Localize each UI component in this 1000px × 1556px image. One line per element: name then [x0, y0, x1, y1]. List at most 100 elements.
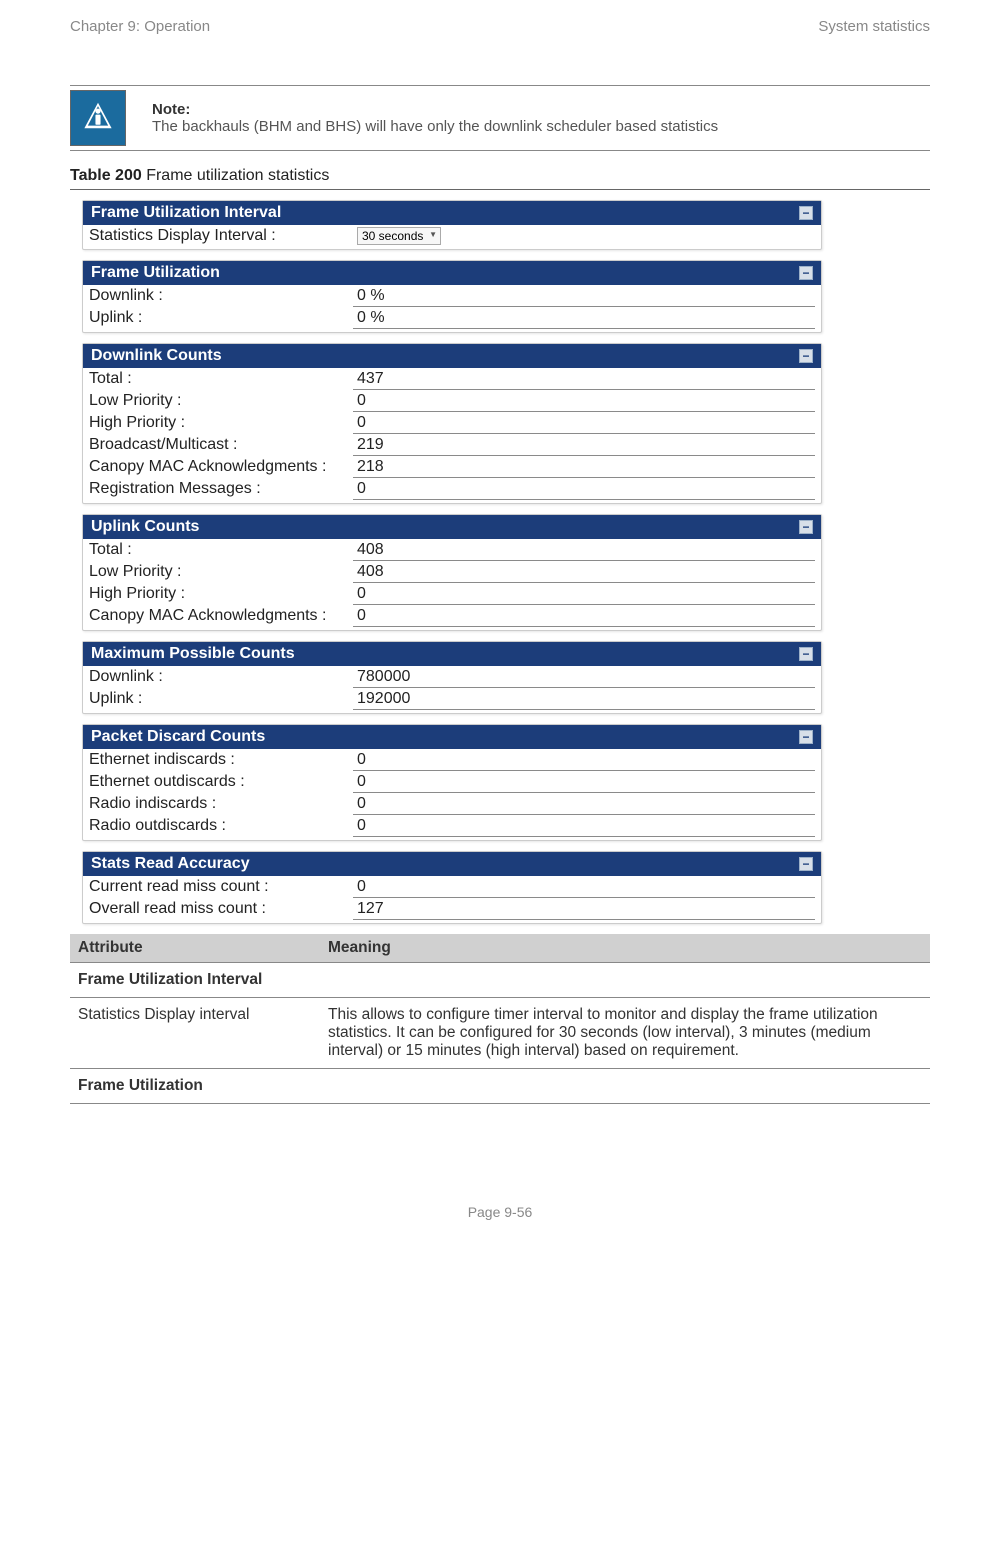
- collapse-icon[interactable]: −: [799, 520, 813, 534]
- row-label: Canopy MAC Acknowledgments :: [83, 457, 353, 478]
- panel-title: Downlink Counts: [91, 347, 222, 365]
- note-label: Note:: [152, 101, 718, 118]
- panel-header: Frame Utilization −: [83, 261, 821, 285]
- attr-header-meaning: Meaning: [320, 934, 930, 963]
- row-value: 780000: [353, 667, 815, 688]
- panel-title: Packet Discard Counts: [91, 728, 265, 746]
- stats-panel: Downlink Counts − Total :437Low Priority :…: [82, 343, 822, 504]
- panel-title: Uplink Counts: [91, 518, 199, 536]
- panel-row: Current read miss count :0: [83, 876, 821, 898]
- info-icon: [70, 90, 126, 146]
- panel-row: Low Priority :0: [83, 390, 821, 412]
- row-value: 437: [353, 369, 815, 390]
- row-label: Uplink :: [83, 308, 353, 329]
- row-value: 0 %: [353, 308, 815, 329]
- panel-row: Radio indiscards :0: [83, 793, 821, 815]
- row-value: 192000: [353, 689, 815, 710]
- table-row: Frame Utilization Interval: [70, 963, 930, 998]
- row-label: Broadcast/Multicast :: [83, 435, 353, 456]
- page-footer: Page 9-56: [70, 1204, 930, 1220]
- row-label: Ethernet outdiscards :: [83, 772, 353, 793]
- header-left: Chapter 9: Operation: [70, 18, 210, 35]
- panel-row: Uplink :192000: [83, 688, 821, 710]
- panel-row: High Priority :0: [83, 412, 821, 434]
- collapse-icon[interactable]: −: [799, 349, 813, 363]
- row-label: Uplink :: [83, 689, 353, 710]
- panel-row: Downlink :0 %: [83, 285, 821, 307]
- row-label: Overall read miss count :: [83, 899, 353, 920]
- panel-row: Registration Messages :0: [83, 478, 821, 500]
- interval-select[interactable]: 30 seconds: [357, 227, 441, 245]
- note-box: Note: The backhauls (BHM and BHS) will h…: [70, 85, 930, 151]
- panel-row: Uplink :0 %: [83, 307, 821, 329]
- collapse-icon[interactable]: −: [799, 857, 813, 871]
- stats-panel: Packet Discard Counts − Ethernet indiscard…: [82, 724, 822, 841]
- row-label: Total :: [83, 369, 353, 390]
- row-value: 219: [353, 435, 815, 456]
- row-value: 0: [353, 413, 815, 434]
- header-right: System statistics: [818, 18, 930, 35]
- panel-row: Low Priority :408: [83, 561, 821, 583]
- stats-panel: Uplink Counts − Total :408Low Priority :40…: [82, 514, 822, 631]
- row-value: 0: [353, 772, 815, 793]
- table-cell: [320, 963, 930, 998]
- row-value: 0: [353, 391, 815, 412]
- panel-row: Downlink :780000: [83, 666, 821, 688]
- collapse-icon[interactable]: −: [799, 730, 813, 744]
- table-number: Table 200: [70, 167, 142, 184]
- attribute-table: Attribute Meaning Frame Utilization Inte…: [70, 934, 930, 1104]
- row-label: Radio outdiscards :: [83, 816, 353, 837]
- row-label: Low Priority :: [83, 562, 353, 583]
- attr-header-attribute: Attribute: [70, 934, 320, 963]
- table-cell: Statistics Display interval: [70, 998, 320, 1069]
- table-cell: Frame Utilization: [70, 1069, 320, 1104]
- row-label: Ethernet indiscards :: [83, 750, 353, 771]
- row-value: 218: [353, 457, 815, 478]
- collapse-icon[interactable]: −: [799, 266, 813, 280]
- note-text: The backhauls (BHM and BHS) will have on…: [152, 118, 718, 135]
- page-header: Chapter 9: Operation System statistics: [70, 18, 930, 35]
- panel-header: Uplink Counts −: [83, 515, 821, 539]
- row-value: 0: [353, 794, 815, 815]
- panel-row: Total :408: [83, 539, 821, 561]
- panel-title: Stats Read Accuracy: [91, 855, 250, 873]
- stats-panel: Frame Utilization Interval−Statistics Di…: [82, 200, 822, 250]
- panel-row: Total :437: [83, 368, 821, 390]
- row-value: 408: [353, 562, 815, 583]
- row-label: Current read miss count :: [83, 877, 353, 898]
- table-cell: This allows to configure timer interval …: [320, 998, 930, 1069]
- row-label: Downlink :: [83, 667, 353, 688]
- table-title: Frame utilization statistics: [142, 167, 330, 184]
- row-value: 0: [353, 877, 815, 898]
- panel-row: Canopy MAC Acknowledgments :218: [83, 456, 821, 478]
- panel-title: Maximum Possible Counts: [91, 645, 295, 663]
- table-cell: Frame Utilization Interval: [70, 963, 320, 998]
- panel-row: Broadcast/Multicast :219: [83, 434, 821, 456]
- panel-row: Overall read miss count :127: [83, 898, 821, 920]
- row-label: Registration Messages :: [83, 479, 353, 500]
- table-caption: Table 200 Frame utilization statistics: [70, 167, 930, 185]
- collapse-icon[interactable]: −: [799, 647, 813, 661]
- panel-header: Frame Utilization Interval −: [83, 201, 821, 225]
- table-row: Statistics Display intervalThis allows t…: [70, 998, 930, 1069]
- panel-header: Packet Discard Counts −: [83, 725, 821, 749]
- row-label: High Priority :: [83, 413, 353, 434]
- panel-title: Frame Utilization: [91, 264, 220, 282]
- panel-row: Ethernet indiscards :0: [83, 749, 821, 771]
- row-value: 0: [353, 816, 815, 837]
- row-value: 30 seconds: [353, 226, 815, 246]
- row-value: 127: [353, 899, 815, 920]
- panel-row: High Priority :0: [83, 583, 821, 605]
- panel-row: Radio outdiscards :0: [83, 815, 821, 837]
- panel-header: Maximum Possible Counts −: [83, 642, 821, 666]
- row-value: 0: [353, 750, 815, 771]
- table-row: Frame Utilization: [70, 1069, 930, 1104]
- panel-title: Frame Utilization Interval: [91, 204, 281, 222]
- panel-row: Ethernet outdiscards :0: [83, 771, 821, 793]
- collapse-icon[interactable]: −: [799, 206, 813, 220]
- row-value: 408: [353, 540, 815, 561]
- stats-panel: Frame Utilization − Downlink :0 %Uplink :0…: [82, 260, 822, 333]
- panel-row: Canopy MAC Acknowledgments :0: [83, 605, 821, 627]
- stats-panel: Maximum Possible Counts − Downlink :780000…: [82, 641, 822, 714]
- row-label: Low Priority :: [83, 391, 353, 412]
